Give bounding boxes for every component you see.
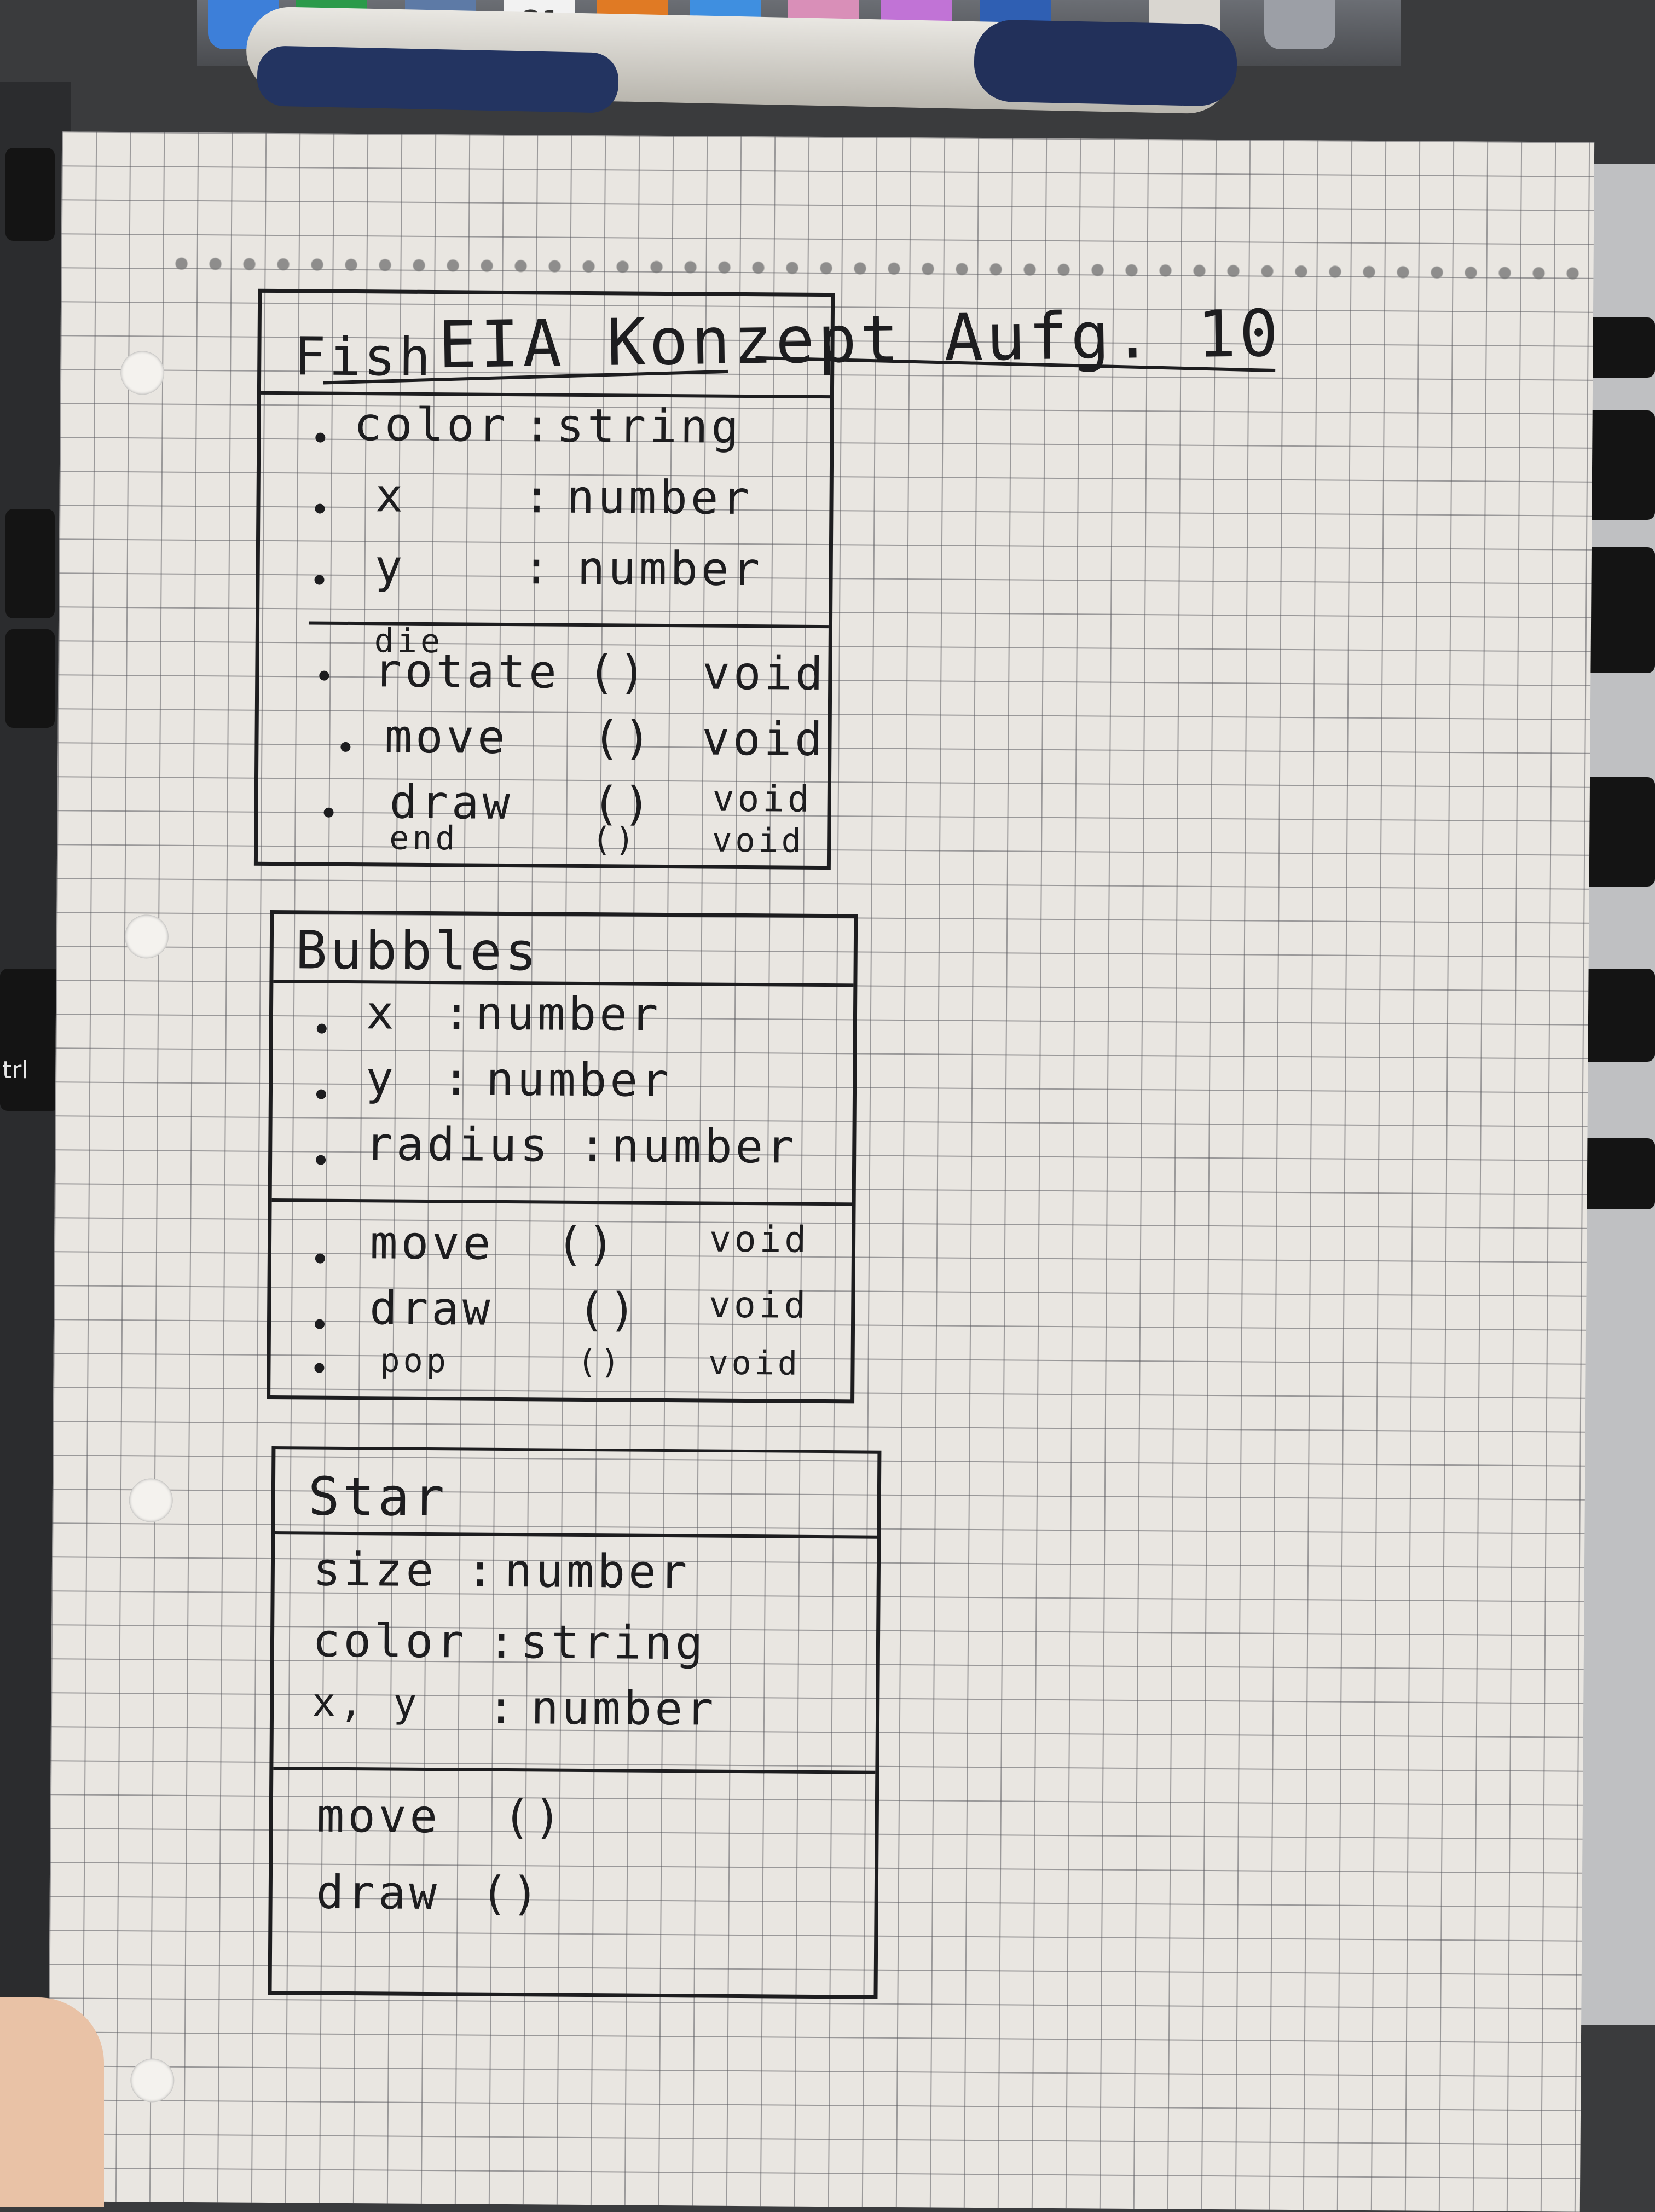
keyboard-key (5, 148, 55, 241)
attribute-name: radius (364, 1117, 552, 1172)
method-bullet (314, 1319, 325, 1329)
keyboard-key (5, 509, 55, 618)
class-divider (271, 1198, 852, 1206)
method-name: move (316, 1788, 441, 1844)
attribute-type: number (530, 1681, 717, 1736)
attribute-name: y (365, 1051, 397, 1105)
attribute-type: number (485, 1052, 672, 1108)
class-divider (273, 1767, 876, 1774)
graph-paper-sheet: EIA Konzept Aufg. 10 Fish color : string… (47, 131, 1595, 2212)
class-divider (275, 1531, 877, 1539)
method-name: end (389, 819, 459, 858)
ctrl-key: trl (0, 969, 60, 1111)
class-box-star: Star size : number color : string x, y :… (268, 1446, 882, 1999)
attribute-separator: : (522, 541, 554, 595)
spiral-binding (170, 241, 1594, 296)
punch-hole (120, 351, 165, 395)
attribute-type: number (577, 541, 763, 597)
class-name-bubbles: Bubbles (295, 919, 540, 983)
ctrl-key-label: trl (2, 1056, 28, 1084)
pen-cap (256, 45, 620, 113)
attribute-separator: : (442, 1052, 474, 1106)
attribute-type: string (520, 1615, 707, 1670)
attribute-type: number (504, 1543, 691, 1599)
attribute-type: number (611, 1119, 798, 1174)
attribute-separator: : (523, 470, 554, 524)
method-parens: () (577, 1342, 624, 1382)
method-name: draw (369, 1281, 494, 1336)
class-box-bubbles: Bubbles x : number y : number radius : n… (267, 910, 858, 1404)
attribute-name: x (375, 468, 407, 523)
method-return-type: void (702, 711, 826, 767)
attribute-name: x, y (311, 1679, 420, 1726)
attribute-bullet (316, 1155, 326, 1165)
method-name: pop (380, 1341, 450, 1381)
method-parens: () (555, 1217, 618, 1271)
method-parens: () (587, 645, 650, 699)
method-parens: () (592, 711, 655, 765)
class-box-fish: Fish color : string x : number y : numbe… (253, 288, 835, 870)
attribute-separator: : (466, 1543, 497, 1597)
method-return-type: void (702, 646, 826, 701)
method-return-type: void (709, 1218, 810, 1261)
trash-icon (1264, 0, 1335, 49)
method-parens: () (480, 1866, 543, 1921)
method-bullet (340, 742, 351, 752)
attribute-name: size (313, 1542, 437, 1597)
method-bullet (323, 807, 334, 818)
method-parens: () (577, 1282, 640, 1337)
pen-grip (973, 19, 1238, 107)
class-name-star: Star (308, 1466, 448, 1528)
method-return-type: void (712, 777, 813, 820)
attribute-type: string (556, 398, 743, 454)
method-return-type: void (708, 1344, 801, 1383)
attribute-type: number (566, 470, 753, 525)
method-name: rotate (374, 644, 560, 699)
method-return-type: void (709, 1283, 809, 1327)
attribute-separator: : (487, 1680, 519, 1735)
attribute-bullet (314, 575, 325, 585)
class-divider (261, 391, 830, 399)
method-bullet (315, 1253, 325, 1264)
method-return-type: void (711, 821, 805, 860)
method-parens: () (502, 1790, 565, 1844)
attribute-separator: : (442, 986, 474, 1040)
attribute-bullet (315, 503, 325, 514)
punch-hole (124, 914, 169, 959)
method-bullet (319, 670, 329, 681)
method-bullet (314, 1363, 325, 1373)
punch-hole (130, 2058, 175, 2103)
attribute-bullet (315, 432, 326, 443)
attribute-name: x (366, 986, 397, 1040)
class-name-fish: Fish (293, 326, 434, 389)
thumb (0, 1997, 104, 2207)
punch-hole (129, 1478, 173, 1522)
attribute-type: number (475, 986, 662, 1041)
keyboard-key (5, 629, 55, 728)
attribute-name: color (354, 397, 509, 452)
attribute-separator: : (487, 1614, 519, 1669)
attribute-bullet (316, 1023, 327, 1034)
attribute-name: y (374, 540, 406, 594)
method-name: move (384, 709, 509, 764)
attribute-separator: : (578, 1118, 610, 1173)
attribute-separator: : (523, 398, 555, 453)
method-name: draw (316, 1865, 441, 1920)
class-divider (273, 980, 854, 987)
attribute-bullet (316, 1089, 327, 1099)
attribute-name: color (312, 1613, 468, 1669)
method-name: move (369, 1215, 494, 1270)
method-parens: () (591, 820, 638, 859)
